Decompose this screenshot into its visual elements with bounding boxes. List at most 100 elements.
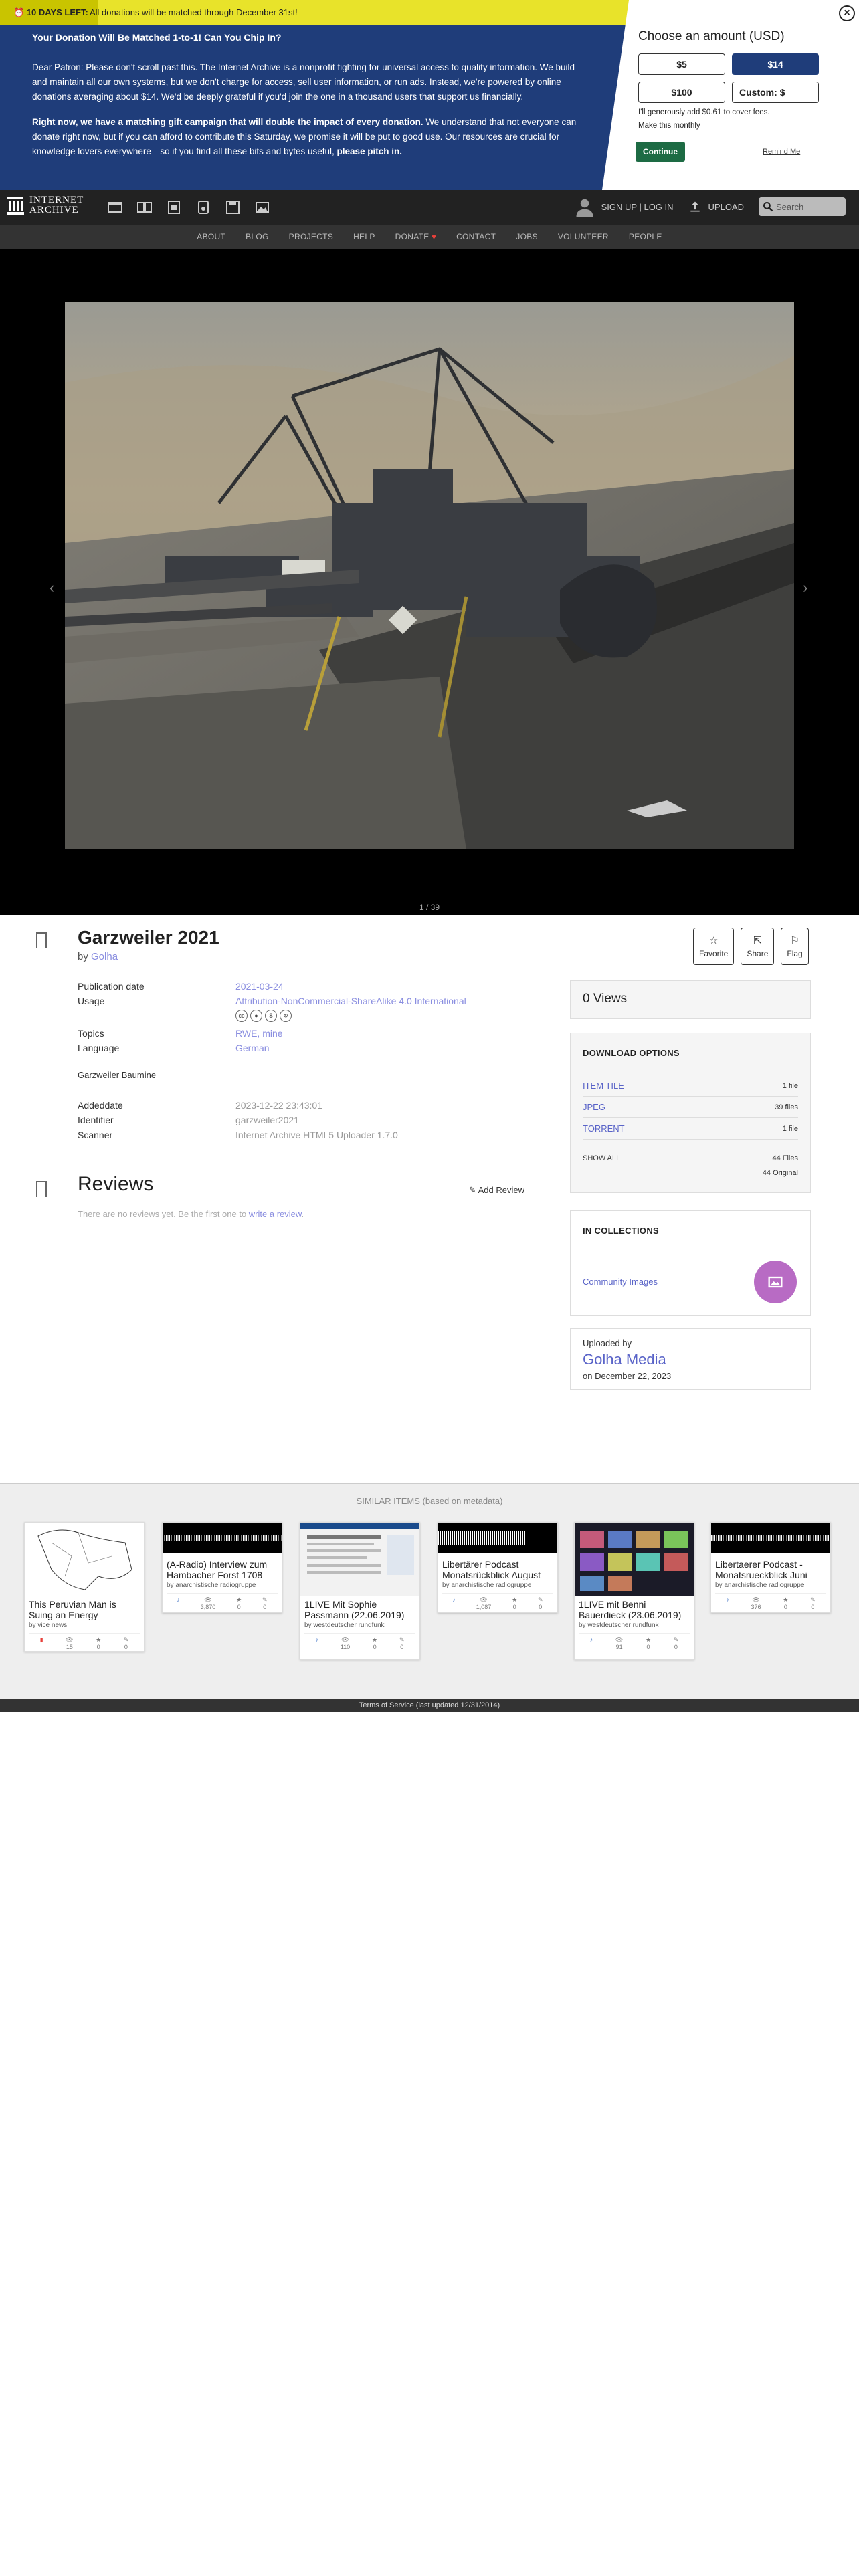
nav-about[interactable]: ABOUT — [197, 232, 225, 241]
software-icon[interactable] — [225, 199, 241, 215]
no-reviews-message: There are no reviews yet. Be the first o… — [78, 1209, 304, 1219]
top-navigation: INTERNET ARCHIVE SIGN UP | LOG IN UPLOAD … — [0, 190, 859, 225]
user-actions: SIGN UP | LOG IN UPLOAD Search — [575, 197, 846, 217]
collection-images-icon[interactable] — [754, 1261, 797, 1303]
views-stat: 👁 376 — [751, 1596, 761, 1610]
favorites-stat: ★ 0 — [645, 1636, 652, 1650]
video-icon[interactable] — [166, 199, 182, 215]
card-title[interactable]: (A-Radio) Interview zum Hambacher Forst … — [163, 1556, 282, 1580]
card-title[interactable]: This Peruvian Man is Suing an Energy — [25, 1596, 144, 1620]
secondary-navigation: ABOUT BLOG PROJECTS HELP DONATE ♥ CONTAC… — [0, 225, 859, 249]
similar-item-card[interactable]: 1LIVE mit Benni Bauerdieck (23.06.2019) … — [574, 1522, 694, 1660]
download-row: ITEM TILE 1 file — [583, 1075, 798, 1097]
monthly-checkbox[interactable]: Make this monthly — [638, 122, 839, 130]
uploaded-by-label: Uploaded by — [583, 1338, 632, 1348]
nav-people[interactable]: PEOPLE — [629, 232, 662, 241]
views-stat: 👁 91 — [615, 1636, 624, 1650]
search-placeholder: Search — [776, 201, 804, 212]
nav-blog[interactable]: BLOG — [246, 232, 269, 241]
cover-fees-checkbox[interactable]: I'll generously add $0.61 to cover fees. — [638, 108, 839, 116]
cover-fees-label: I'll generously add $0.61 to cover fees. — [638, 108, 770, 116]
texts-icon[interactable] — [136, 199, 153, 215]
logo-text: INTERNET ARCHIVE — [29, 195, 84, 215]
metadata-key: Identifier — [78, 1115, 114, 1125]
flag-button[interactable]: ⚐ Flag — [781, 928, 809, 965]
card-title[interactable]: Libertärer Podcast Monatsrückblick Augus… — [438, 1556, 557, 1580]
nav-jobs[interactable]: JOBS — [516, 232, 538, 241]
amount-100-button[interactable]: $100 — [638, 82, 725, 103]
favorite-button[interactable]: ☆ Favorite — [693, 928, 735, 965]
reviews-bookmark-icon — [36, 1181, 47, 1197]
amount-14-button[interactable]: $14 — [732, 53, 819, 75]
cc-license-icons[interactable]: cc ● $ ↻ — [235, 1010, 292, 1022]
write-review-link[interactable]: write a review — [249, 1209, 302, 1219]
previous-image-arrow[interactable]: ‹ — [50, 579, 54, 597]
add-review-button[interactable]: ✎ Add Review — [469, 1185, 524, 1196]
similar-item-card[interactable]: Libertärer Podcast Monatsrückblick Augus… — [438, 1522, 558, 1613]
language-link[interactable]: German — [235, 1043, 270, 1053]
metadata-block-1: Publication date 2021-03-24 Usage Attribut… — [78, 979, 546, 1022]
terms-of-service-footer[interactable]: Terms of Service (last updated 12/31/201… — [0, 1699, 859, 1712]
item-description: Garzweiler Baumine — [78, 1070, 157, 1080]
signup-login-link[interactable]: SIGN UP | LOG IN — [601, 202, 674, 212]
images-icon[interactable] — [254, 199, 270, 215]
card-title[interactable]: 1LIVE mit Benni Bauerdieck (23.06.2019) — [575, 1596, 694, 1620]
nav-donate-label: DONATE — [395, 232, 430, 241]
nav-projects[interactable]: PROJECTS — [289, 232, 333, 241]
flag-label: Flag — [787, 949, 803, 958]
nc-icon: $ — [265, 1010, 277, 1022]
card-title[interactable]: Libertaerer Podcast - Monatsrueckblick J… — [711, 1556, 830, 1580]
no-reviews-suffix: . — [301, 1209, 304, 1219]
remind-me-link[interactable]: Remind Me — [763, 148, 800, 156]
author-link[interactable]: Golha — [91, 951, 118, 962]
collection-link[interactable]: Community Images — [583, 1277, 658, 1287]
upload-icon[interactable] — [688, 200, 702, 213]
download-torrent-link[interactable]: TORRENT — [583, 1123, 625, 1134]
next-image-arrow[interactable]: › — [803, 579, 807, 597]
flag-icon: ⚐ — [790, 935, 799, 946]
card-author: by anarchistische radiogruppe — [167, 1582, 256, 1589]
audio-type-icon: ♪ — [452, 1596, 456, 1603]
close-banner-button[interactable]: × — [839, 5, 855, 21]
nav-volunteer[interactable]: VOLUNTEER — [558, 232, 609, 241]
user-icon[interactable] — [575, 197, 595, 217]
download-jpeg-link[interactable]: JPEG — [583, 1102, 605, 1112]
publication-date-link[interactable]: 2021-03-24 — [235, 981, 284, 992]
web-icon[interactable] — [107, 199, 123, 215]
upload-link[interactable]: UPLOAD — [708, 202, 744, 212]
license-icons-row: cc ● $ ↻ — [78, 1008, 546, 1022]
audio-type-icon: ♪ — [315, 1636, 318, 1643]
internet-archive-logo[interactable]: INTERNET ARCHIVE — [7, 195, 84, 215]
show-all-link[interactable]: SHOW ALL — [583, 1154, 620, 1162]
continue-button[interactable]: Continue — [636, 142, 685, 162]
audio-icon[interactable] — [195, 199, 211, 215]
topics-link[interactable]: RWE, mine — [235, 1028, 283, 1039]
original-files: 44 Original — [762, 1169, 798, 1177]
metadata-value: German — [235, 1041, 270, 1055]
share-button[interactable]: ⇱ Share — [741, 928, 775, 965]
metadata-row: Publication date 2021-03-24 — [78, 979, 546, 994]
similar-item-card[interactable]: Libertaerer Podcast - Monatsrueckblick J… — [710, 1522, 831, 1613]
metadata-value: 2023-12-22 23:43:01 — [235, 1100, 322, 1111]
uploader-link[interactable]: Golha Media — [583, 1351, 798, 1368]
nav-help[interactable]: HELP — [353, 232, 375, 241]
favorites-stat: ★ 0 — [236, 1596, 242, 1610]
similar-item-card[interactable]: 1LIVE Mit Sophie Passmann (22.06.2019) b… — [300, 1522, 420, 1660]
card-author: by anarchistische radiogruppe — [715, 1582, 805, 1589]
metadata-row: Language German — [78, 1041, 546, 1055]
image-viewer: ‹ › 1 / 39 — [0, 249, 859, 915]
download-options: DOWNLOAD OPTIONS ITEM TILE 1 file JPEG 39 … — [570, 1033, 811, 1193]
nav-donate[interactable]: DONATE ♥ — [395, 232, 436, 241]
download-item-tile-link[interactable]: ITEM TILE — [583, 1081, 624, 1091]
cc-icon: cc — [235, 1010, 248, 1022]
similar-item-card[interactable]: (A-Radio) Interview zum Hambacher Forst … — [162, 1522, 282, 1613]
license-link[interactable]: Attribution-NonCommercial-ShareAlike 4.0… — [235, 996, 466, 1006]
nav-contact[interactable]: CONTACT — [456, 232, 496, 241]
search-input[interactable]: Search — [759, 197, 846, 216]
card-stats: ♪ 👁 376 ★ 0 ✎ 0 — [715, 1593, 826, 1614]
amount-5-button[interactable]: $5 — [638, 53, 725, 75]
monthly-label: Make this monthly — [638, 122, 700, 130]
card-title[interactable]: 1LIVE Mit Sophie Passmann (22.06.2019) — [300, 1596, 419, 1620]
custom-amount-input[interactable]: Custom: $ — [732, 82, 819, 103]
similar-item-card[interactable]: This Peruvian Man is Suing an Energy by … — [24, 1522, 145, 1652]
